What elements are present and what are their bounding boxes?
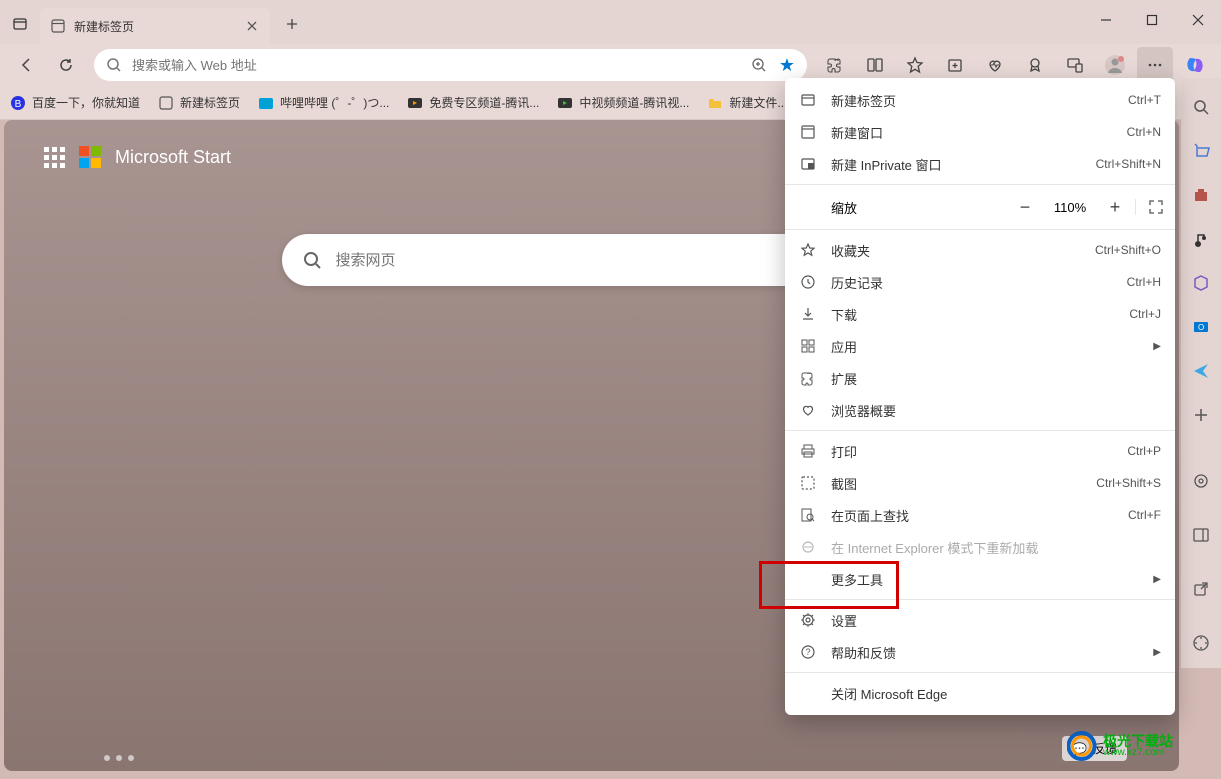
sidebar-tools-icon[interactable] bbox=[1190, 184, 1212, 206]
watermark: 极光下载站 www.xz7.com bbox=[1067, 731, 1173, 761]
menu-more-tools[interactable]: 更多工具▶ bbox=[785, 563, 1175, 595]
sidebar-send-icon[interactable] bbox=[1190, 360, 1212, 382]
zoom-out-button[interactable]: − bbox=[1005, 189, 1045, 225]
address-bar[interactable]: ★ bbox=[94, 49, 807, 81]
history-icon bbox=[799, 273, 817, 291]
apps-icon bbox=[799, 337, 817, 355]
sidebar-m365-icon[interactable] bbox=[1190, 272, 1212, 294]
chevron-right-icon: ▶ bbox=[1153, 647, 1161, 658]
address-input[interactable] bbox=[132, 58, 741, 73]
microsoft-logo-icon bbox=[79, 146, 101, 168]
menu-browser-essentials[interactable]: 浏览器概要 bbox=[785, 394, 1175, 426]
sidebar-search-icon[interactable] bbox=[1190, 96, 1212, 118]
sidebar-shopping-icon[interactable] bbox=[1190, 140, 1212, 162]
menu-history[interactable]: 历史记录Ctrl+H bbox=[785, 266, 1175, 298]
watermark-logo-icon bbox=[1067, 731, 1097, 761]
download-icon bbox=[799, 305, 817, 323]
page-icon bbox=[50, 18, 66, 34]
carousel-dots bbox=[104, 755, 134, 761]
menu-zoom: 缩放 − 110% + bbox=[785, 189, 1175, 225]
minimize-button[interactable] bbox=[1083, 4, 1129, 36]
new-tab-icon bbox=[799, 91, 817, 109]
inprivate-icon bbox=[799, 155, 817, 173]
svg-text:O: O bbox=[1198, 323, 1204, 332]
sidebar-external-icon[interactable] bbox=[1190, 578, 1212, 600]
menu-close-edge[interactable]: 关闭 Microsoft Edge bbox=[785, 677, 1175, 709]
gear-icon bbox=[799, 611, 817, 629]
heart-pulse-icon bbox=[799, 401, 817, 419]
find-icon bbox=[799, 506, 817, 524]
bilibili-icon bbox=[258, 95, 274, 111]
baidu-icon: B bbox=[10, 95, 26, 111]
menu-new-window[interactable]: 新建窗口Ctrl+N bbox=[785, 116, 1175, 148]
tab-actions-button[interactable] bbox=[0, 4, 40, 44]
window-icon bbox=[799, 123, 817, 141]
sidebar-panel-icon[interactable] bbox=[1190, 524, 1212, 546]
sidebar-games-icon[interactable] bbox=[1190, 228, 1212, 250]
favorite-star-icon[interactable]: ★ bbox=[777, 55, 797, 75]
sidebar-outlook-icon[interactable]: O bbox=[1190, 316, 1212, 338]
menu-print[interactable]: 打印Ctrl+P bbox=[785, 435, 1175, 467]
bookmark-item[interactable]: 中视频频道-腾讯视... bbox=[557, 94, 689, 111]
screenshot-icon bbox=[799, 474, 817, 492]
bookmark-item[interactable]: 新建标签页 bbox=[158, 94, 240, 111]
new-tab-button[interactable] bbox=[276, 8, 308, 40]
menu-screenshot[interactable]: 截图Ctrl+Shift+S bbox=[785, 467, 1175, 499]
chevron-right-icon: ▶ bbox=[1153, 574, 1161, 585]
ie-icon bbox=[799, 538, 817, 556]
search-icon bbox=[302, 250, 322, 270]
menu-find[interactable]: 在页面上查找Ctrl+F bbox=[785, 499, 1175, 531]
chevron-right-icon: ▶ bbox=[1153, 341, 1161, 352]
svg-text:?: ? bbox=[805, 647, 810, 657]
settings-menu: 新建标签页Ctrl+T 新建窗口Ctrl+N 新建 InPrivate 窗口Ct… bbox=[785, 78, 1175, 715]
print-icon bbox=[799, 442, 817, 460]
bookmark-item[interactable]: 新建文件... bbox=[707, 94, 787, 111]
zoom-indicator-icon[interactable] bbox=[749, 55, 769, 75]
video-icon bbox=[557, 95, 573, 111]
maximize-button[interactable] bbox=[1129, 4, 1175, 36]
extension-icon bbox=[799, 369, 817, 387]
search-icon bbox=[104, 55, 124, 75]
brand-title: Microsoft Start bbox=[115, 147, 231, 168]
menu-help[interactable]: ?帮助和反馈▶ bbox=[785, 636, 1175, 668]
browser-tab[interactable]: 新建标签页 bbox=[40, 8, 270, 44]
bookmark-item[interactable]: B百度一下，你就知道 bbox=[10, 94, 140, 111]
zoom-value: 110% bbox=[1045, 200, 1095, 215]
page-icon bbox=[158, 95, 174, 111]
help-icon: ? bbox=[799, 643, 817, 661]
tab-title: 新建标签页 bbox=[74, 18, 236, 35]
menu-ie-mode: 在 Internet Explorer 模式下重新加载 bbox=[785, 531, 1175, 563]
sidebar-customize-icon[interactable] bbox=[1190, 632, 1212, 654]
menu-downloads[interactable]: 下载Ctrl+J bbox=[785, 298, 1175, 330]
svg-text:B: B bbox=[15, 99, 22, 110]
app-launcher-button[interactable] bbox=[44, 147, 65, 168]
fullscreen-button[interactable] bbox=[1135, 199, 1175, 215]
bookmark-item[interactable]: 哔哩哔哩 (゜-゜)つ... bbox=[258, 94, 389, 111]
refresh-button[interactable] bbox=[48, 47, 84, 83]
zoom-in-button[interactable]: + bbox=[1095, 189, 1135, 225]
menu-favorites[interactable]: 收藏夹Ctrl+Shift+O bbox=[785, 234, 1175, 266]
menu-new-tab[interactable]: 新建标签页Ctrl+T bbox=[785, 84, 1175, 116]
video-icon bbox=[407, 95, 423, 111]
star-icon bbox=[799, 241, 817, 259]
back-button[interactable] bbox=[8, 47, 44, 83]
sidebar-add-icon[interactable] bbox=[1190, 404, 1212, 426]
bookmark-item[interactable]: 免费专区频道-腾讯... bbox=[407, 94, 539, 111]
menu-extensions[interactable]: 扩展 bbox=[785, 362, 1175, 394]
menu-apps[interactable]: 应用▶ bbox=[785, 330, 1175, 362]
sidebar-settings-icon[interactable] bbox=[1190, 470, 1212, 492]
menu-new-inprivate[interactable]: 新建 InPrivate 窗口Ctrl+Shift+N bbox=[785, 148, 1175, 180]
menu-settings[interactable]: 设置 bbox=[785, 604, 1175, 636]
close-window-button[interactable] bbox=[1175, 4, 1221, 36]
tab-close-button[interactable] bbox=[244, 18, 260, 34]
folder-icon bbox=[707, 95, 723, 111]
